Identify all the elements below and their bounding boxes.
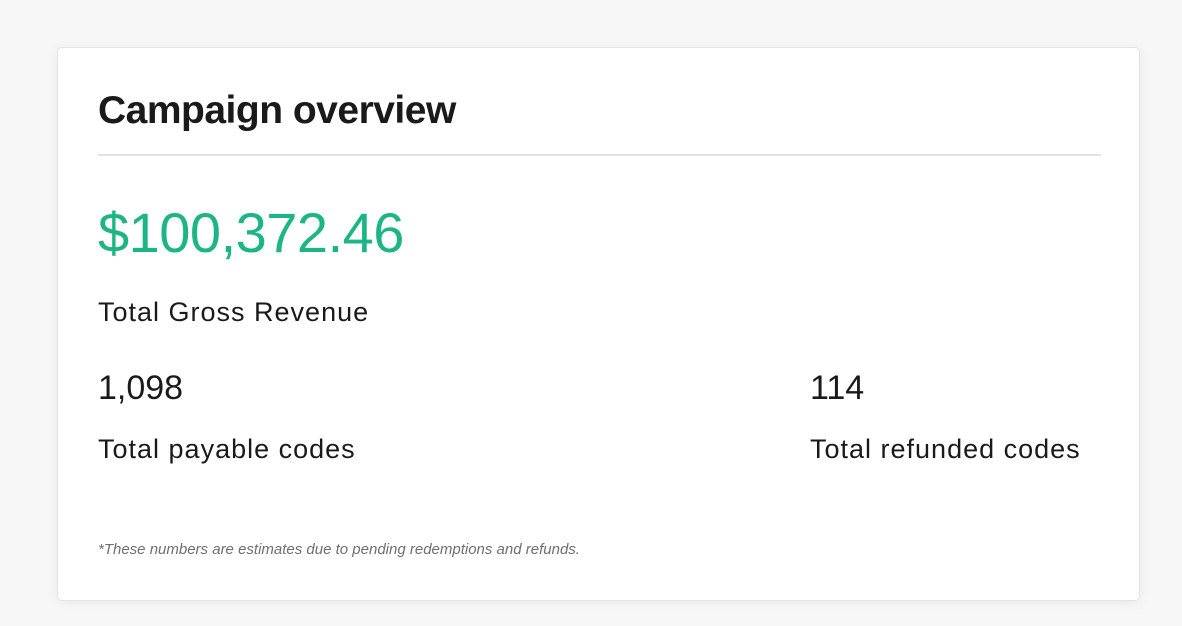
campaign-overview-card: Campaign overview $100,372.46 Total Gros… [57,47,1140,601]
refunded-codes-value: 114 [810,369,865,407]
total-gross-revenue-value: $100,372.46 [98,201,404,264]
payable-codes-label: Total payable codes [98,434,356,464]
estimates-footnote: *These numbers are estimates due to pend… [98,541,580,558]
total-gross-revenue-label: Total Gross Revenue [98,297,370,327]
title-divider [98,154,1101,156]
refunded-codes-label: Total refunded codes [810,434,1081,464]
payable-codes-stat: 1,098 Total payable codes [98,368,356,465]
payable-codes-value: 1,098 [98,369,184,407]
card-title: Campaign overview [98,89,456,132]
refunded-codes-stat: 114 Total refunded codes [810,368,1081,465]
